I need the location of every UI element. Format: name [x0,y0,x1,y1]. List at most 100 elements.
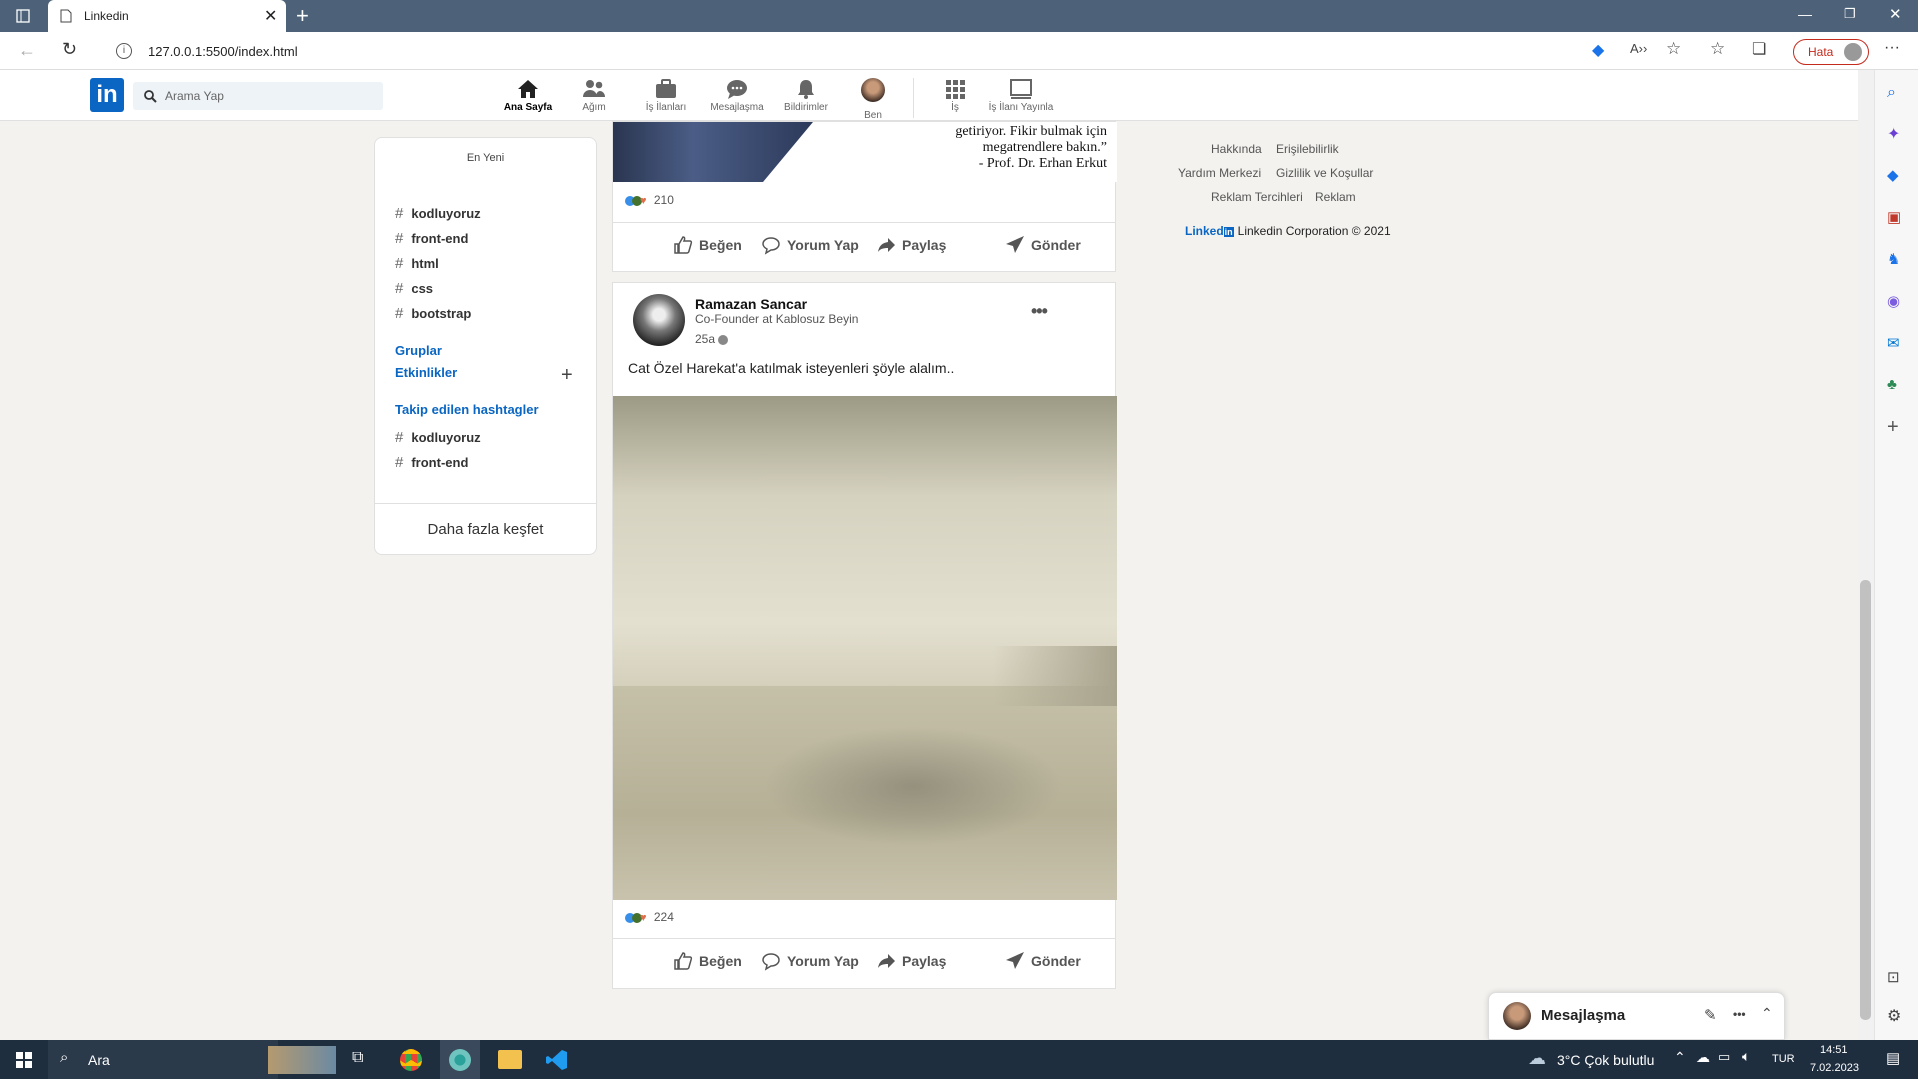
url-box[interactable]: i 127.0.0.1:5500/index.html [104,38,1584,64]
volume-icon[interactable]: 🔈︎ [1742,1048,1750,1065]
nav-home[interactable]: Ana Sayfa [493,73,563,121]
nav-notifications[interactable]: Bildirimler [771,73,841,121]
footer-link[interactable]: Yardım Merkezi [1178,166,1261,180]
chrome-icon[interactable] [400,1049,422,1071]
edge-search-icon[interactable]: ⌕ [1887,84,1896,102]
footer-link[interactable]: Hakkında [1211,142,1262,156]
nav-network[interactable]: Ağım [559,73,629,121]
error-profile-button[interactable]: Hata [1793,39,1869,65]
footer-link[interactable]: Reklam [1315,190,1356,204]
send-button[interactable]: Gönder [1006,952,1081,969]
drop-icon[interactable]: ♣ [1887,376,1897,393]
comment-button[interactable]: Yorum Yap [762,953,859,971]
nav-label: Mesajlaşma [710,102,764,113]
back-icon[interactable]: ← [18,40,36,61]
like-button[interactable]: Beğen [674,952,742,970]
office-icon[interactable]: ◉ [1887,292,1900,310]
window-close-icon[interactable]: ✕ [1889,5,1902,23]
nav-work[interactable]: İş [920,73,990,121]
tab-actions-icon[interactable] [16,9,30,23]
shopping-icon[interactable]: ◆ [1887,166,1899,184]
chevron-up-icon[interactable]: ⌃ [1761,1005,1773,1022]
clock-date[interactable]: 7.02.2023 [1810,1062,1859,1074]
sidebar-settings-icon[interactable]: ⚙ [1887,1006,1901,1026]
followed-hashtag-item[interactable]: # front-end [395,454,468,471]
weather-icon[interactable]: ☁ [1528,1048,1546,1069]
reaction-summary[interactable]: ♥ 224 [625,910,674,924]
nav-me[interactable]: Ben [838,73,908,121]
reaction-summary[interactable]: ♥ 210 [625,193,674,207]
tools-icon[interactable]: ▣ [1887,208,1901,226]
more-menu-icon[interactable]: ··· [1884,39,1900,57]
copilot-icon[interactable]: ✦ [1887,124,1900,144]
language-indicator[interactable]: TUR [1772,1053,1795,1065]
favorite-add-icon[interactable]: ☆ [1666,39,1681,59]
chrome-profile-icon[interactable] [449,1049,471,1071]
windows-start-icon[interactable] [16,1052,32,1068]
scrollbar-thumb[interactable] [1860,580,1871,1020]
like-button[interactable]: Beğen [674,236,742,254]
followed-hashtag-item[interactable]: # kodluyoruz [395,429,481,446]
share-button[interactable]: Paylaş [878,953,946,969]
read-aloud-icon[interactable]: A›› [1630,41,1647,56]
author-avatar[interactable] [633,294,685,346]
more-options-icon[interactable]: ••• [1733,1007,1746,1021]
send-button[interactable]: Gönder [1006,236,1081,253]
search-placeholder: Arama Yap [165,89,224,103]
hashtag-item[interactable]: # front-end [395,230,468,247]
hashtag-item[interactable]: # kodluyoruz [395,205,481,222]
messaging-widget[interactable]: Mesajlaşma ✎ ••• ⌃ [1488,992,1785,1040]
add-event-icon[interactable]: + [561,364,573,387]
beach-photo[interactable] [613,396,1117,900]
file-explorer-icon[interactable] [498,1050,522,1069]
post-options-icon[interactable]: ••• [1031,301,1048,322]
shopping-tag-icon[interactable]: ◆ [1592,40,1604,60]
author-name[interactable]: Ramazan Sancar [695,296,807,312]
nav-messaging[interactable]: Mesajlaşma [702,73,772,121]
vscode-icon[interactable] [546,1049,568,1071]
info-icon[interactable]: i [116,43,132,59]
nav-jobs[interactable]: İş İlanları [631,73,701,121]
weather-text[interactable]: 3°C Çok bulutlu [1557,1052,1654,1068]
refresh-icon[interactable]: ↻ [62,39,77,60]
minimize-icon[interactable]: — [1798,6,1812,22]
hashtag-item[interactable]: # bootstrap [395,305,471,322]
url-text[interactable]: 127.0.0.1:5500/index.html [148,44,298,59]
followed-hashtags-title[interactable]: Takip edilen hashtagler [395,402,539,417]
notification-icon[interactable]: ▤ [1886,1049,1900,1067]
hashtag-item[interactable]: # css [395,280,433,297]
new-tab-icon[interactable]: + [296,3,309,29]
favorites-icon[interactable]: ☆ [1710,39,1725,59]
outlook-icon[interactable]: ✉ [1887,334,1900,352]
taskbar-search-label: Ara [88,1052,110,1068]
footer-link[interactable]: Gizlilik ve Koşullar [1276,166,1373,180]
clock-time[interactable]: 14:51 [1820,1044,1848,1056]
restore-icon[interactable]: ❐ [1844,6,1856,22]
linkedin-logo[interactable]: in [90,78,124,112]
search-input[interactable]: Arama Yap [133,82,383,110]
footer-link[interactable]: Erişilebilirlik [1276,142,1339,156]
collections-icon[interactable]: ❏ [1752,39,1766,59]
home-icon [518,80,538,98]
compose-icon[interactable]: ✎ [1704,1006,1717,1024]
footer-link[interactable]: Reklam Tercihleri [1211,190,1303,204]
discover-more-button[interactable]: Daha fazla keşfet [374,503,597,555]
tab-close-icon[interactable]: ✕ [264,6,277,26]
add-sidebar-icon[interactable]: + [1887,416,1899,439]
browser-tab[interactable]: Linkedin ✕ [48,0,286,32]
groups-link[interactable]: Gruplar [395,343,442,358]
network-icon[interactable]: ▭ [1718,1049,1730,1065]
games-icon[interactable]: ♞ [1887,250,1900,268]
sidebar-layout-icon[interactable]: ⊡ [1887,968,1900,986]
events-link[interactable]: Etkinlikler [395,365,457,380]
tray-chevron-icon[interactable]: ⌃ [1674,1049,1686,1066]
share-button[interactable]: Paylaş [878,237,946,253]
onedrive-icon[interactable]: ☁ [1696,1049,1710,1066]
hashtag-item[interactable]: # html [395,255,439,272]
task-view-icon[interactable]: ⧉ [352,1049,363,1067]
taskbar-search[interactable]: ⌕ Ara [48,1040,278,1079]
nav-post-job[interactable]: İş İlanı Yayınla [986,73,1056,121]
nav-label: Bildirimler [784,102,828,113]
briefcase-icon [656,79,676,98]
comment-button[interactable]: Yorum Yap [762,237,859,255]
